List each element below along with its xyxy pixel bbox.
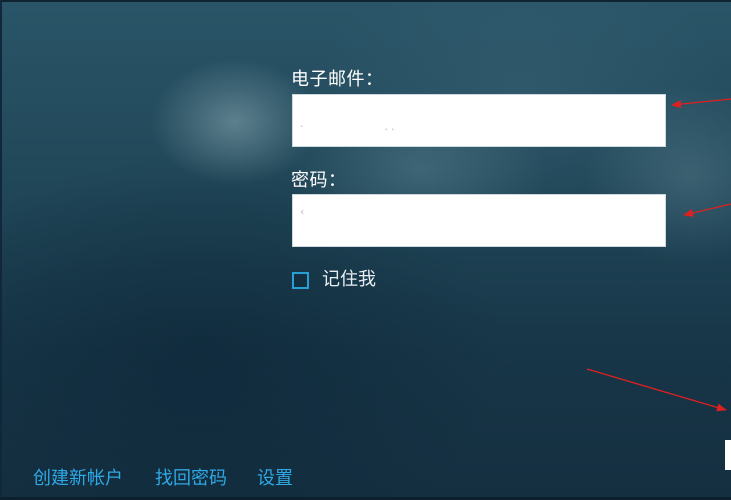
settings-link[interactable]: 设置: [257, 466, 293, 492]
footer-links: 创建新帐户 找回密码 设置: [33, 466, 293, 492]
annotation-arrow-corner: [586, 368, 727, 412]
recover-password-link[interactable]: 找回密码: [155, 466, 227, 492]
checkbox-box[interactable]: [292, 271, 309, 289]
window-top-border: [0, 0, 731, 2]
remember-me-checkbox[interactable]: 记住我: [292, 268, 376, 292]
email-label: 电子邮件：: [291, 69, 384, 90]
annotation-arrow-email: [671, 98, 731, 109]
annotation-arrow-password: [683, 203, 731, 217]
email-input[interactable]: [292, 94, 666, 147]
edge-artifact: [725, 440, 731, 470]
remember-me-label: 记住我: [322, 269, 376, 290]
password-input[interactable]: [292, 194, 666, 247]
login-window: 电子邮件： · .. 密码： ‹ 记住我 创建新帐户 找回密码 设置: [0, 0, 731, 500]
window-left-border: [0, 0, 2, 500]
password-label: 密码：: [291, 170, 347, 191]
create-account-link[interactable]: 创建新帐户: [33, 466, 123, 492]
